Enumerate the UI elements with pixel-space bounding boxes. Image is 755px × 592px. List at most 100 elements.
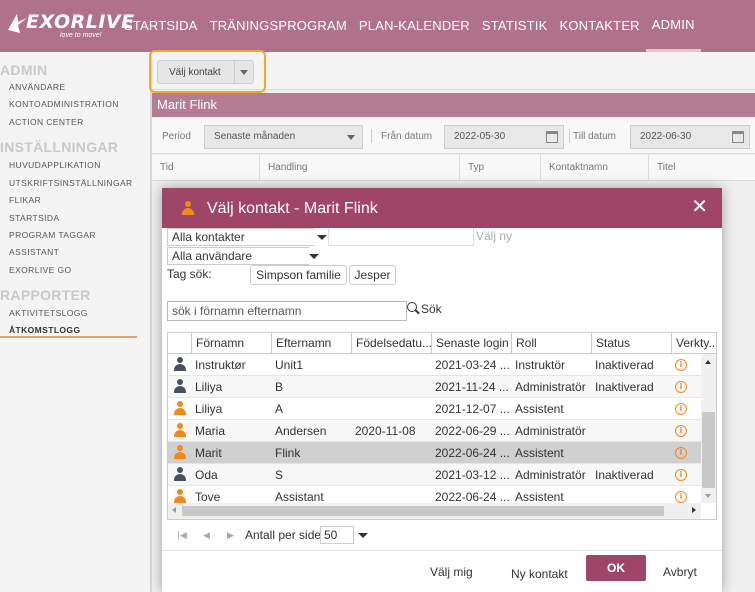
nav-statistik[interactable]: STATISTIK — [476, 0, 554, 52]
nav-kontakter[interactable]: KONTAKTER — [553, 0, 645, 52]
info-icon[interactable]: i — [675, 359, 687, 371]
per-page-select[interactable]: 50 — [320, 526, 354, 544]
vertical-scroll-thumb[interactable] — [702, 412, 715, 488]
search-input[interactable]: sök i förnamn efternamn — [167, 301, 407, 321]
sidebar-item-action-center[interactable]: ACTION CENTER — [9, 117, 84, 127]
table-row[interactable]: Oda S 2021-03-12 ... Administratör Inaktiver… — [168, 464, 701, 486]
table-row[interactable]: Maria Andersen 2020-11-08 2022-06-29 ... Adm… — [168, 420, 701, 442]
report-grid-header: Tid Handling Typ Kontaktnamn Titel — [152, 155, 755, 181]
sidebar-item-exorlive-go[interactable]: EXORLIVE GO — [9, 265, 72, 275]
column-roll[interactable]: Roll — [512, 333, 592, 353]
new-contact-input[interactable] — [328, 228, 474, 246]
sidebar-item-flikar[interactable]: FLIKAR — [9, 195, 41, 205]
contacts-filter-select[interactable]: Alla kontakter — [167, 228, 315, 246]
to-date-input[interactable]: 2022-06-30 — [630, 125, 750, 149]
scroll-left-icon[interactable] — [172, 507, 176, 513]
period-select[interactable]: Senaste månaden — [204, 125, 363, 149]
sidebar-item-startsida[interactable]: STARTSIDA — [9, 213, 60, 223]
person-icon — [173, 379, 187, 394]
new-contact-button[interactable]: Ny kontakt — [511, 567, 568, 581]
cell-first: Liliya — [195, 402, 223, 416]
person-icon — [173, 423, 187, 438]
prev-page-icon[interactable]: ◀ — [203, 531, 210, 541]
sidebar-item-anvandare[interactable]: ANVÄNDARE — [9, 82, 66, 92]
ok-button[interactable]: OK — [586, 555, 646, 581]
column-kontaktnamn[interactable]: Kontaktnamn — [541, 155, 649, 181]
vertical-scrollbar[interactable] — [701, 354, 716, 503]
table-row[interactable]: Marit Flink 2022-06-24 ... Assistent i — [168, 442, 701, 464]
logo-star-icon — [8, 14, 27, 33]
choose-me-button[interactable]: Välj mig — [430, 565, 473, 579]
nav-startsida[interactable]: STARTSIDA — [118, 0, 204, 52]
focus-highlight — [149, 50, 266, 93]
exorlive-logo[interactable]: EXORLIVE love to move! — [4, 8, 134, 44]
cell-status: Inaktiverad — [595, 468, 654, 482]
close-icon[interactable]: ✕ — [691, 197, 708, 217]
chevron-down-icon[interactable] — [317, 235, 327, 240]
sidebar-item-assistant[interactable]: ASSISTANT — [9, 247, 59, 257]
column-tid[interactable]: Tid — [152, 155, 260, 181]
search-label[interactable]: Sök — [421, 302, 442, 316]
report-filters: Period Senaste månaden Från datum 2022-0… — [152, 118, 755, 154]
cell-login: 2022-06-24 ... — [435, 446, 510, 460]
tag-simpson-familie[interactable]: Simpson familie — [250, 265, 347, 285]
table-row[interactable]: Liliya B 2021-11-24 ... Administratör Inakti… — [168, 376, 701, 398]
table-row[interactable]: Instruktør Unit1 2021-03-24 ... Instruktör I… — [168, 354, 701, 376]
scroll-right-icon[interactable] — [692, 507, 696, 513]
first-page-icon[interactable]: |◀ — [177, 531, 187, 541]
info-icon[interactable]: i — [675, 425, 687, 437]
chevron-down-icon[interactable] — [358, 533, 368, 538]
column-status[interactable]: Status — [592, 333, 672, 353]
cell-role: Administratör — [515, 380, 586, 394]
nav-traningsprogram[interactable]: TRÄNINGSPROGRAM — [204, 0, 353, 52]
cell-role: Administratör — [515, 424, 586, 438]
sidebar-item-program-taggar[interactable]: PROGRAM TAGGAR — [9, 230, 96, 240]
sidebar-item-atkomstlogg[interactable]: ÅTKOMSTLOGG — [9, 325, 80, 335]
info-icon[interactable]: i — [675, 403, 687, 415]
users-filter-select[interactable]: Alla användare — [167, 247, 309, 265]
scroll-down-icon[interactable] — [705, 494, 711, 498]
horizontal-scroll-thumb[interactable] — [182, 506, 664, 516]
info-icon[interactable]: i — [675, 491, 687, 503]
chevron-down-icon[interactable] — [309, 254, 319, 259]
cell-birth — [352, 442, 432, 464]
cell-role: Assistent — [515, 446, 564, 460]
sidebar-item-aktivitetslogg[interactable]: AKTIVITETSLOGG — [9, 308, 88, 318]
nav-plan-kalender[interactable]: PLAN-KALENDER — [353, 0, 476, 52]
calendar-icon[interactable] — [732, 131, 744, 143]
info-icon[interactable]: i — [675, 469, 687, 481]
cell-birth — [352, 464, 432, 486]
cell-birth — [352, 376, 432, 398]
choose-new-label[interactable]: Välj ny — [476, 229, 512, 243]
sidebar-item-huvudapplikation[interactable]: HUVUDAPPLIKATION — [9, 160, 101, 170]
tag-jesper[interactable]: Jesper — [349, 265, 396, 285]
column-typ[interactable]: Typ — [460, 155, 541, 181]
cancel-button[interactable]: Avbryt — [663, 565, 697, 579]
column-fodelsedatum[interactable]: Födelsedatu... — [352, 333, 432, 353]
info-icon[interactable]: i — [675, 381, 687, 393]
pager: |◀ ◀ ▶ Antall per side 50 — [167, 523, 717, 547]
sidebar-item-kontoadministration[interactable]: KONTOADMINISTRATION — [9, 99, 119, 109]
logo-tagline: love to move! — [60, 32, 102, 39]
nav-admin[interactable]: ADMIN — [645, 0, 701, 52]
next-page-icon[interactable]: ▶ — [227, 531, 234, 541]
column-titel[interactable]: Titel — [649, 155, 755, 181]
scroll-up-icon[interactable] — [705, 360, 711, 364]
search-icon[interactable] — [407, 302, 420, 315]
column-senaste-login[interactable]: Senaste login — [432, 333, 512, 353]
column-efternamn[interactable]: Efternamn — [272, 333, 352, 353]
horizontal-scrollbar[interactable] — [168, 503, 701, 519]
chevron-down-icon — [347, 135, 355, 140]
cell-status — [592, 398, 672, 420]
from-date-input[interactable]: 2022-05-30 — [444, 125, 564, 149]
table-row[interactable]: Liliya A 2021-12-07 ... Assistent i — [168, 398, 701, 420]
cell-first: Maria — [195, 424, 226, 438]
sidebar-item-utskriftsinstallningar[interactable]: UTSKRIFTSINSTÄLLNINGAR — [9, 178, 133, 188]
info-icon[interactable]: i — [675, 447, 687, 459]
calendar-icon[interactable] — [546, 131, 558, 143]
column-fornamn[interactable]: Förnamn — [192, 333, 272, 353]
cell-birth — [352, 354, 432, 376]
column-verktyg[interactable]: Verkty... — [672, 333, 716, 353]
per-page-label: Antall per side — [245, 528, 322, 542]
column-handling[interactable]: Handling — [260, 155, 460, 181]
